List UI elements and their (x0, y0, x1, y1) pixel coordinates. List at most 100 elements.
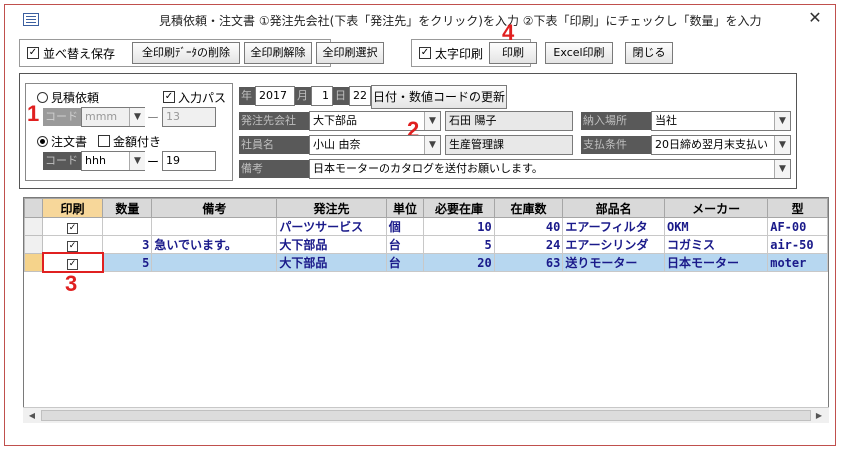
unit-cell[interactable]: 個 (385, 217, 425, 236)
month-label: 月 (295, 87, 311, 105)
supplier-cell[interactable]: パーツサービス (276, 217, 387, 236)
scroll-left-icon[interactable]: ◀ (25, 410, 39, 421)
chevron-down-icon[interactable]: ▼ (774, 160, 790, 178)
stock-cell[interactable]: 24 (493, 235, 564, 254)
quantity-cell[interactable] (102, 217, 153, 236)
column-header-print[interactable]: 印刷 (41, 198, 104, 218)
unit-cell[interactable]: 台 (385, 253, 425, 272)
column-header-required-stock[interactable]: 必要在庫 (423, 198, 495, 218)
model-cell[interactable]: air-50 (767, 235, 828, 254)
sort-save-checkbox[interactable]: ✓ (27, 47, 39, 59)
print-checkbox[interactable]: ✓ (67, 223, 79, 234)
supplier-select[interactable]: 大下部品 (309, 111, 441, 131)
remarks-select[interactable]: 日本モーターのカタログを送付お願いします。 (309, 159, 791, 179)
model-cell[interactable]: AF-00 (767, 217, 828, 236)
maker-cell[interactable]: 日本モーター (663, 253, 769, 272)
maker-cell[interactable]: コガミス (663, 235, 769, 254)
required-stock-cell[interactable]: 20 (423, 253, 495, 272)
input-pass-label: 入力パス (178, 91, 227, 105)
chevron-down-icon[interactable]: ▼ (129, 152, 145, 170)
day-label: 日 (333, 87, 349, 105)
supplier-cell[interactable]: 大下部品 (276, 253, 387, 272)
delete-print-data-button[interactable]: 全印刷ﾃﾞｰﾀの削除 (132, 42, 240, 64)
remarks-cell[interactable]: 急いでいます。 (151, 235, 278, 254)
scrollbar-thumb[interactable] (41, 410, 811, 421)
chevron-down-icon[interactable]: ▼ (129, 108, 145, 126)
input-pass-checkbox[interactable]: ✓ (163, 91, 175, 103)
annotation-4: 4 (502, 20, 515, 45)
close-button[interactable]: 閉じる (625, 42, 673, 64)
print-checkbox[interactable]: ✓ (67, 241, 79, 252)
with-amount-label: 金額付き (113, 135, 162, 149)
payment-terms-select[interactable]: 20日締め翌月末支払い (651, 135, 791, 155)
column-header-stock[interactable]: 在庫数 (493, 198, 564, 218)
year-label: 年 (239, 87, 255, 105)
part-name-cell[interactable]: エアーフィルタ (562, 217, 665, 236)
code2-number[interactable]: 19 (162, 151, 216, 171)
required-stock-cell[interactable]: 10 (423, 217, 495, 236)
close-icon[interactable]: ✕ (805, 8, 825, 27)
delivery-place-select[interactable]: 当社 (651, 111, 791, 131)
order-form-radio[interactable] (37, 136, 48, 147)
column-header-part-name[interactable]: 部品名 (562, 198, 665, 218)
column-header-quantity[interactable]: 数量 (102, 198, 153, 218)
stock-cell[interactable]: 63 (493, 253, 564, 272)
horizontal-scrollbar[interactable]: ◀ ▶ (23, 407, 829, 423)
quantity-cell[interactable]: 5 (102, 253, 153, 272)
print-cell[interactable]: ✓ (41, 217, 104, 236)
sort-save-label: 並べ替え保存 (43, 47, 116, 61)
print-cell[interactable]: ✓ (41, 235, 104, 254)
row-selector[interactable] (24, 235, 43, 254)
chevron-down-icon[interactable]: ▼ (424, 136, 440, 154)
part-name-cell[interactable]: エアーシリンダ (562, 235, 665, 254)
maker-cell[interactable]: OKM (663, 217, 769, 236)
column-header-model[interactable]: 型 (767, 198, 828, 218)
supplier-cell[interactable]: 大下部品 (276, 235, 387, 254)
part-name-cell[interactable]: 送りモーター (562, 253, 665, 272)
code2-value: hhh (85, 154, 106, 167)
chevron-down-icon[interactable]: ▼ (774, 136, 790, 154)
delivery-place-value: 当社 (655, 114, 677, 127)
column-header-maker[interactable]: メーカー (663, 198, 769, 218)
employee-value: 小山 由奈 (313, 138, 361, 151)
day-field[interactable]: 22 (349, 86, 371, 106)
row-selector[interactable] (24, 217, 43, 236)
update-date-code-button[interactable]: 日付・数値コードの更新 (371, 85, 507, 109)
required-stock-cell[interactable]: 5 (423, 235, 495, 254)
code1-label: コード (43, 108, 81, 126)
payment-terms-value: 20日締め翌月末支払い (655, 138, 768, 151)
select-all-print-button[interactable]: 全印刷選択 (316, 42, 384, 64)
form-icon (23, 13, 39, 26)
clear-all-print-button[interactable]: 全印刷解除 (244, 42, 312, 64)
with-amount-checkbox[interactable] (98, 135, 110, 147)
chevron-down-icon[interactable]: ▼ (424, 112, 440, 130)
year-field[interactable]: 2017 (255, 86, 295, 106)
table-row[interactable]: ✓ 3 急いでいます。 大下部品 台 5 24 エアーシリンダ コガミス air… (24, 235, 828, 254)
column-header-remarks[interactable]: 備考 (151, 198, 278, 218)
remarks-cell[interactable] (151, 217, 278, 236)
excel-print-button[interactable]: Excel印刷 (545, 42, 613, 64)
stock-cell[interactable]: 40 (493, 217, 564, 236)
code1-value: mmm (85, 110, 118, 123)
table-row[interactable]: ✓ パーツサービス 個 10 40 エアーフィルタ OKM AF-00 (24, 217, 828, 236)
employee-select[interactable]: 小山 由奈 (309, 135, 441, 155)
month-field[interactable]: 1 (311, 86, 333, 106)
remarks-cell[interactable] (151, 253, 278, 272)
code1-number[interactable]: 13 (162, 107, 216, 127)
employee-label: 社員名 (239, 136, 309, 154)
window-title: 見積依頼・注文書 ①発注先会社(下表「発注先」をクリック)を入力 ②下表「印刷」… (159, 14, 762, 28)
table-row-current[interactable]: ✓ 5 大下部品 台 20 63 送りモーター 日本モーター moter (24, 253, 828, 272)
model-cell[interactable]: moter (767, 253, 828, 272)
unit-cell[interactable]: 台 (385, 235, 425, 254)
annotation-1: 1 (27, 101, 40, 126)
estimate-request-radio[interactable] (37, 92, 48, 103)
bold-print-checkbox[interactable]: ✓ (419, 47, 431, 59)
chevron-down-icon[interactable]: ▼ (774, 112, 790, 130)
row-selector[interactable] (24, 253, 43, 272)
column-header-supplier[interactable]: 発注先 (276, 198, 387, 218)
main-window: 見積依頼・注文書 ①発注先会社(下表「発注先」をクリック)を入力 ②下表「印刷」… (4, 4, 836, 446)
quantity-cell[interactable]: 3 (102, 235, 153, 254)
scroll-right-icon[interactable]: ▶ (812, 410, 826, 421)
supplier-label: 発注先会社 (239, 112, 309, 130)
column-header-unit[interactable]: 単位 (385, 198, 425, 218)
